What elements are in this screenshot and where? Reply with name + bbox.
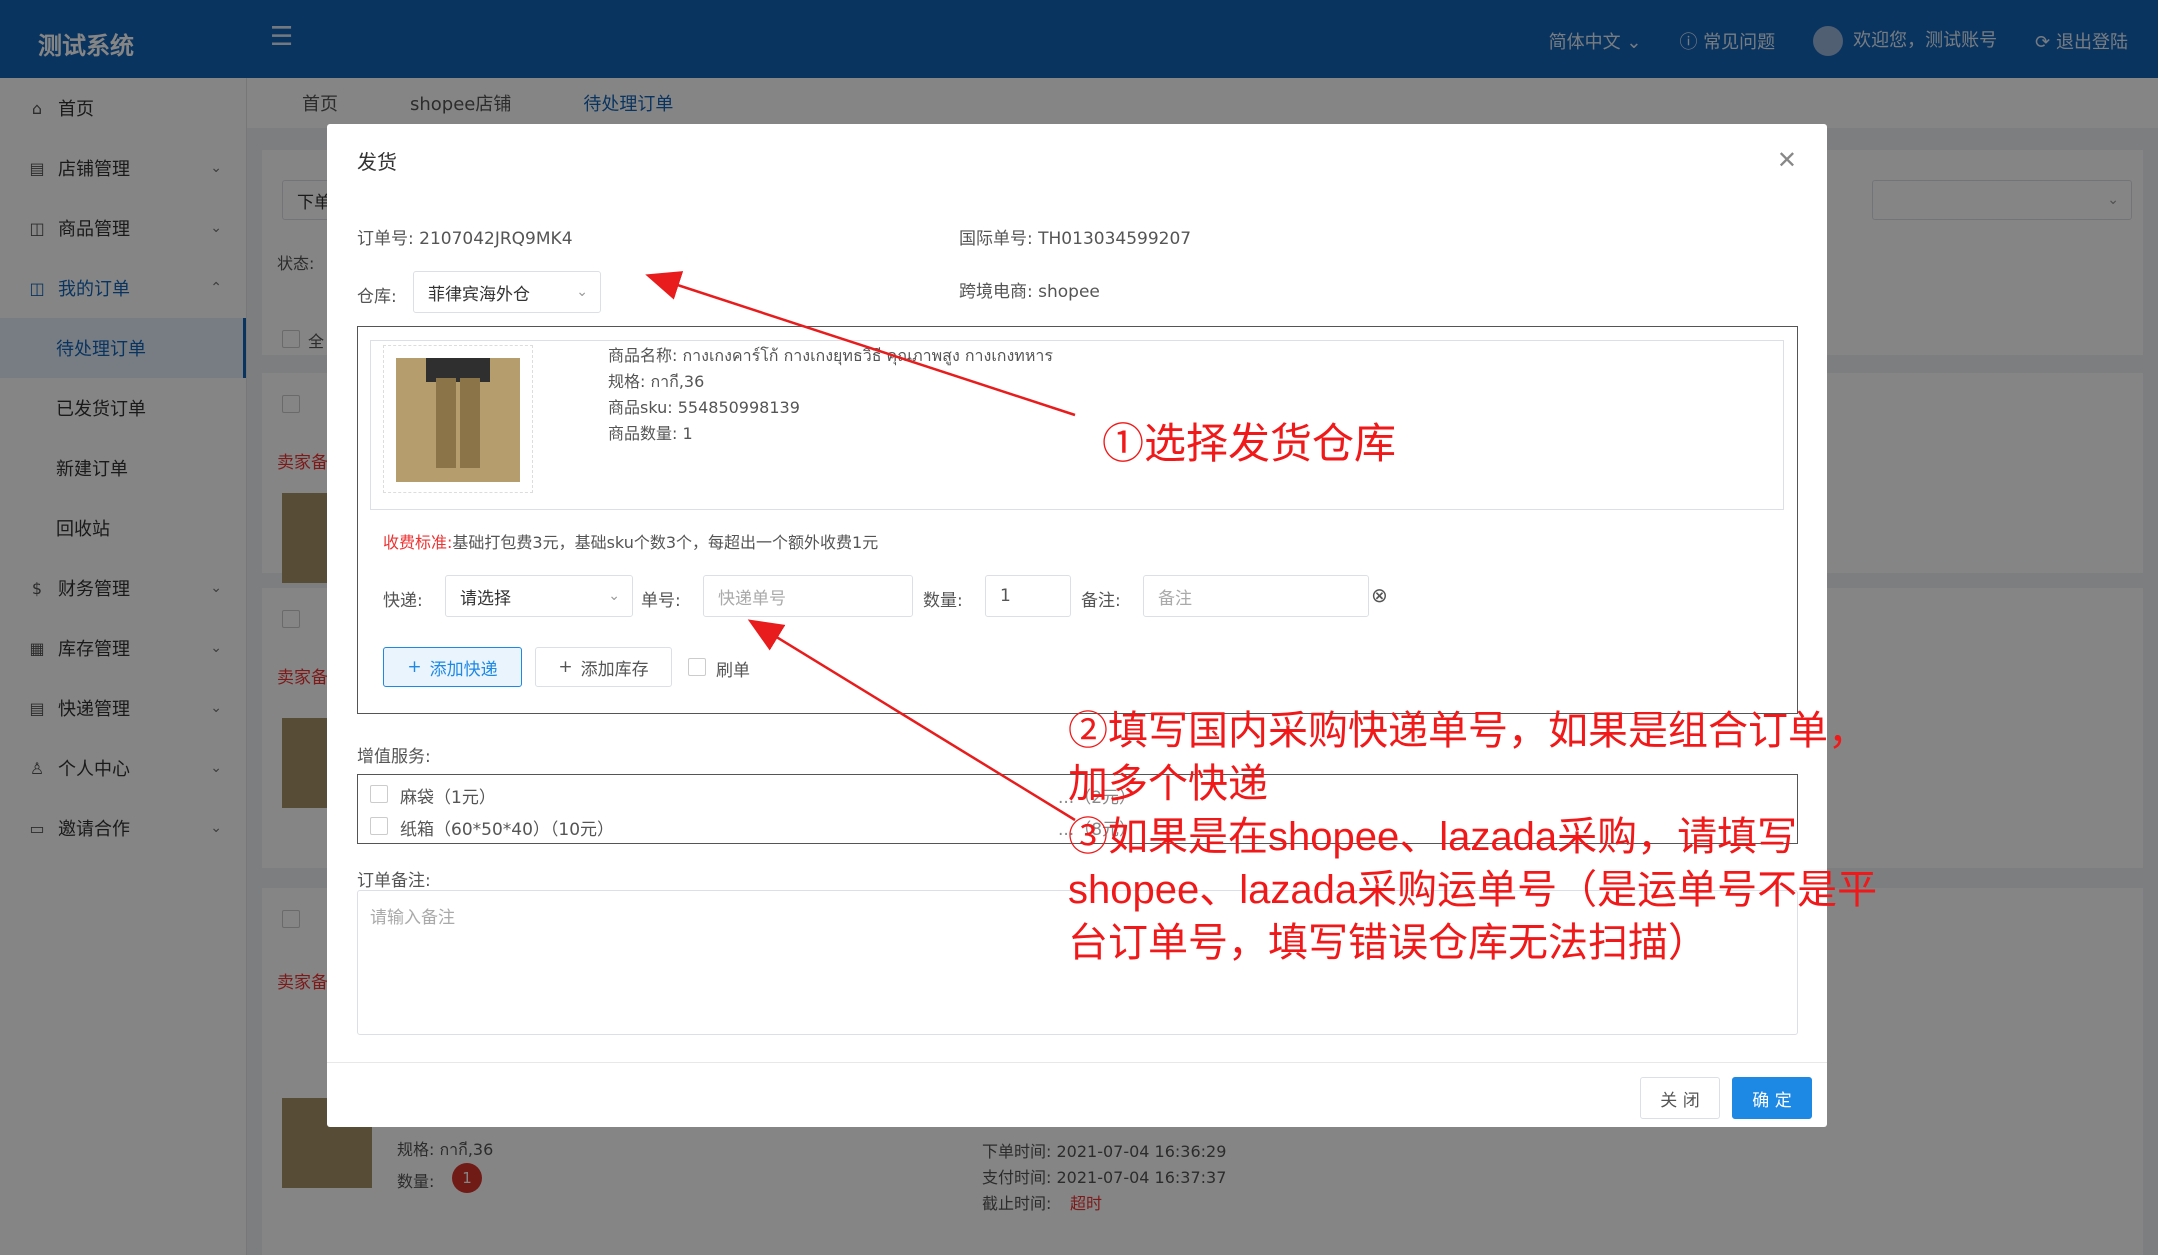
qty-input[interactable]: 1 bbox=[985, 575, 1071, 617]
plus-icon: + bbox=[407, 657, 422, 677]
service-carton-label: 纸箱（60*50*40）（10元） bbox=[400, 820, 615, 840]
product-image bbox=[383, 345, 533, 493]
order-remark-label: 订单备注: bbox=[357, 871, 431, 891]
annotation-2: ②填写国内采购快递单号，如果是组合订单， 加多个快递 ③如果是在shopee、l… bbox=[1068, 709, 1878, 965]
intl-no: 国际单号: TH013034599207 bbox=[959, 229, 1192, 249]
warehouse-label: 仓库: bbox=[357, 287, 397, 307]
add-stock-button[interactable]: + 添加库存 bbox=[535, 647, 672, 687]
tracking-number-input[interactable]: 快递单号 bbox=[703, 575, 913, 617]
dialog-title: 发货 bbox=[357, 150, 397, 174]
warehouse-select[interactable]: 菲律宾海外仓 ⌄ bbox=[413, 271, 601, 313]
annotation-1: ①选择发货仓库 bbox=[1102, 420, 1397, 467]
remark-input[interactable]: 备注 bbox=[1143, 575, 1369, 617]
add-express-button[interactable]: + 添加快递 bbox=[383, 647, 522, 687]
service-checkbox-bag[interactable] bbox=[370, 785, 388, 803]
plus-icon: + bbox=[558, 657, 573, 677]
product-spec: 规格: กากี,36 bbox=[608, 372, 705, 391]
chevron-down-icon: ⌄ bbox=[608, 588, 620, 604]
confirm-button[interactable]: 确 定 bbox=[1732, 1077, 1812, 1119]
value-added-label: 增值服务: bbox=[357, 747, 431, 767]
product-section: 商品名称: กางเกงคาร์โก้ กางเกงยุทธวิธี คุณภา… bbox=[357, 326, 1798, 714]
remove-row-icon[interactable]: ⊗ bbox=[1371, 583, 1388, 607]
brush-order-label: 刷单 bbox=[716, 661, 750, 681]
express-label: 快递: bbox=[383, 591, 423, 611]
platform-value: shopee bbox=[1038, 282, 1100, 302]
ship-dialog: 发货 ✕ 订单号: 2107042JRQ9MK4 国际单号: TH0130345… bbox=[327, 124, 1827, 1127]
close-button[interactable]: 关 闭 bbox=[1640, 1077, 1720, 1119]
order-no: 订单号: 2107042JRQ9MK4 bbox=[357, 229, 573, 249]
express-select[interactable]: 请选择 ⌄ bbox=[445, 575, 633, 617]
product-qty: 商品数量: 1 bbox=[608, 424, 693, 443]
order-no-value: 2107042JRQ9MK4 bbox=[419, 229, 573, 249]
product-card: 商品名称: กางเกงคาร์โก้ กางเกงยุทธวิธี คุณภา… bbox=[370, 340, 1784, 510]
product-info: 商品名称: กางเกงคาร์โก้ กางเกงยุทธวิธี คุณภา… bbox=[608, 343, 1053, 447]
product-name: 商品名称: กางเกงคาร์โก้ กางเกงยุทธวิธี คุณภา… bbox=[608, 346, 1053, 365]
dialog-footer-divider bbox=[327, 1062, 1827, 1063]
service-bag-label: 麻袋（1元） bbox=[400, 788, 496, 808]
service-checkbox-carton[interactable] bbox=[370, 817, 388, 835]
platform: 跨境电商: shopee bbox=[959, 282, 1100, 302]
remark-label: 备注: bbox=[1081, 591, 1121, 611]
chevron-down-icon: ⌄ bbox=[576, 284, 588, 300]
intl-no-value: TH013034599207 bbox=[1038, 229, 1192, 249]
tracking-label: 单号: bbox=[641, 591, 681, 611]
fee-standard: 收费标准:基础打包费3元，基础sku个数3个，每超出一个额外收费1元 bbox=[383, 533, 879, 552]
qty-label: 数量: bbox=[923, 591, 963, 611]
product-sku: 商品sku: 554850998139 bbox=[608, 398, 800, 417]
brush-order-checkbox[interactable] bbox=[688, 658, 706, 676]
close-icon[interactable]: ✕ bbox=[1777, 146, 1797, 174]
